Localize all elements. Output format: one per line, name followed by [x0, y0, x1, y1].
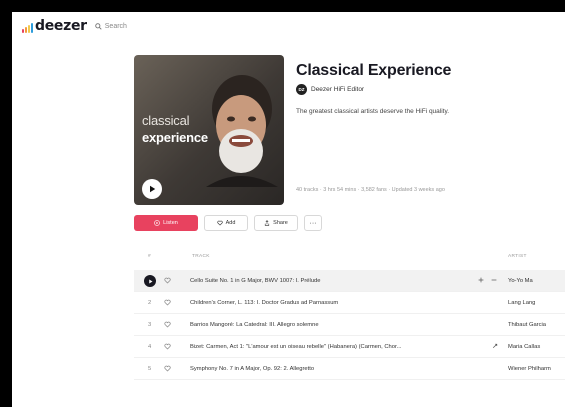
track-number: 2 — [148, 300, 152, 306]
deezer-logo[interactable]: deezer — [22, 19, 87, 33]
heart-icon[interactable] — [164, 343, 171, 350]
playlist-editor[interactable]: DZ Deezer HiFi Editor — [296, 84, 364, 95]
share-button[interactable]: Share — [254, 215, 298, 231]
heart-icon[interactable] — [164, 277, 171, 284]
share-label: Share — [273, 220, 288, 226]
track-artist[interactable]: Wiener Philharm — [508, 366, 551, 372]
add-button[interactable]: Add — [204, 215, 248, 231]
cover-title-line2: experience — [142, 130, 208, 145]
track-title[interactable]: Children's Corner, L. 113: I. Doctor Gra… — [190, 300, 338, 306]
cover-portrait-image — [206, 75, 278, 187]
heart-icon[interactable] — [164, 365, 171, 372]
lyrics-icon[interactable] — [492, 343, 498, 349]
search-box[interactable]: Search — [95, 23, 127, 30]
top-bar: deezer Search — [12, 12, 565, 40]
play-icon — [148, 279, 152, 283]
track-title[interactable]: Cello Suite No. 1 in G Major, BWV 1007: … — [190, 278, 321, 284]
add-to-playlist-icon[interactable] — [478, 277, 484, 283]
track-number: 3 — [148, 322, 152, 328]
track-artist[interactable]: Lang Lang — [508, 300, 535, 306]
editor-avatar: DZ — [296, 84, 307, 95]
track-artist[interactable]: Maria Callas — [508, 344, 540, 350]
track-title[interactable]: Barrios Mangoré: La Catedral: III. Alleg… — [190, 322, 319, 328]
playlist-description: The greatest classical artists deserve t… — [296, 108, 450, 115]
header-artist[interactable]: ARTIST — [508, 254, 527, 259]
playlist-meta: 40 tracks · 3 hrs 54 mins · 3,582 fans ·… — [296, 187, 445, 193]
listen-button[interactable]: Listen — [134, 215, 198, 231]
more-icon[interactable] — [491, 277, 497, 283]
playlist-title: Classical Experience — [296, 62, 452, 79]
heart-icon[interactable] — [164, 321, 171, 328]
track-title[interactable]: Bizet: Carmen, Act 1: "L'amour est un oi… — [190, 344, 401, 350]
logo-text: deezer — [35, 18, 87, 34]
logo-equalizer-icon — [22, 23, 33, 33]
table-row[interactable]: Cello Suite No. 1 in G Major, BWV 1007: … — [134, 270, 565, 292]
cover-play-button[interactable] — [142, 179, 162, 199]
cover-title-line1: classical — [142, 113, 190, 128]
add-label: Add — [225, 220, 236, 226]
row-play-button[interactable] — [144, 275, 156, 287]
header-number: # — [148, 254, 151, 259]
search-icon — [95, 22, 102, 30]
track-title[interactable]: Symphony No. 7 in A Major, Op. 92: 2. Al… — [190, 366, 314, 372]
track-table-header: # TRACK ARTIST — [134, 250, 565, 264]
track-number: 4 — [148, 344, 152, 350]
table-row[interactable]: 4 Bizet: Carmen, Act 1: "L'amour est un … — [134, 336, 565, 358]
search-placeholder: Search — [104, 22, 127, 30]
header-track[interactable]: TRACK — [192, 254, 210, 259]
share-icon — [265, 220, 270, 226]
screen-border: deezer Search classical experience Class… — [0, 0, 565, 407]
more-options-button[interactable]: ··· — [304, 215, 322, 231]
track-artist[interactable]: Thibaut Garcia — [508, 322, 546, 328]
action-bar: Listen Add Share ··· — [134, 215, 322, 231]
track-number: 5 — [148, 366, 152, 372]
track-artist[interactable]: Yo-Yo Ma — [508, 278, 533, 284]
table-row[interactable]: 3 Barrios Mangoré: La Catedral: III. All… — [134, 314, 565, 336]
editor-name: Deezer HiFi Editor — [311, 86, 365, 93]
table-row[interactable]: 2 Children's Corner, L. 113: I. Doctor G… — [134, 292, 565, 314]
playlist-cover[interactable]: classical experience — [134, 55, 284, 205]
play-icon — [150, 185, 156, 193]
table-row[interactable]: 5 Symphony No. 7 in A Major, Op. 92: 2. … — [134, 358, 565, 380]
listen-play-icon — [154, 220, 160, 226]
heart-icon[interactable] — [164, 299, 171, 306]
app-window: deezer Search classical experience Class… — [12, 12, 565, 407]
heart-icon — [216, 220, 223, 226]
listen-label: Listen — [163, 220, 178, 226]
